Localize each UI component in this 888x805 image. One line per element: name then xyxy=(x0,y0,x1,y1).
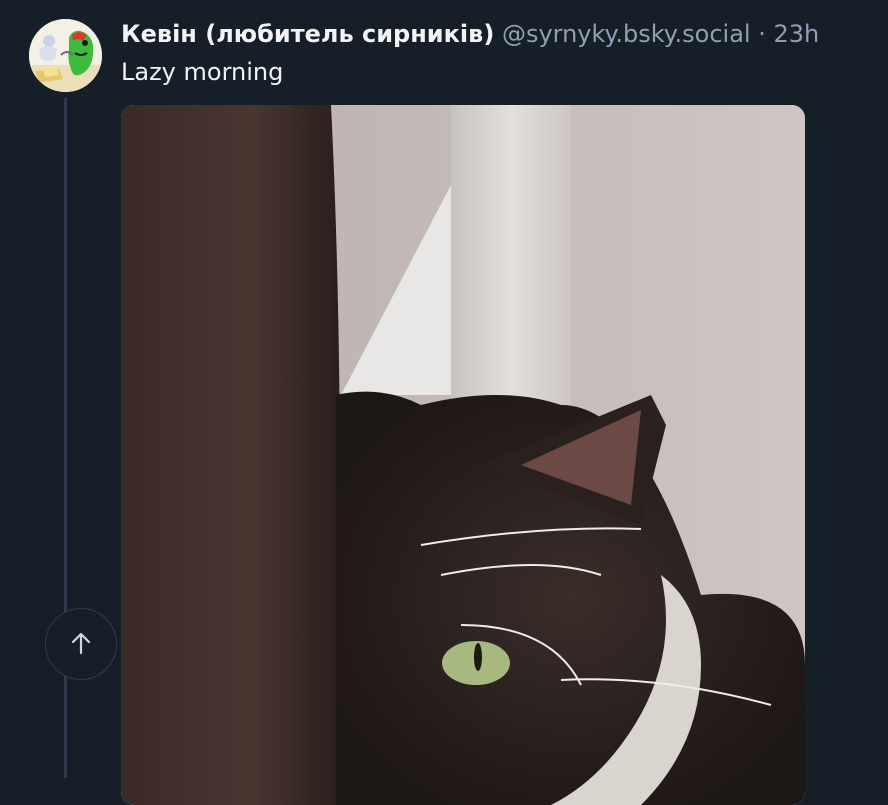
meta-separator: · xyxy=(758,20,766,48)
post-meta: Кевін (любитель сирників) @syrnyky.bsky.… xyxy=(121,18,888,50)
author-avatar[interactable] xyxy=(29,19,102,92)
post-time[interactable]: 23h xyxy=(774,20,820,48)
arrow-up-icon xyxy=(71,632,91,655)
post: Кевін (любитель сирників) @syrnyky.bsky.… xyxy=(121,18,888,88)
post-text: Lazy morning xyxy=(121,58,284,86)
author-handle[interactable]: @syrnyky.bsky.social xyxy=(502,20,751,48)
post-image[interactable] xyxy=(121,105,805,805)
scroll-to-top-button[interactable] xyxy=(45,608,117,680)
cat-photo xyxy=(121,105,805,805)
cartoon-frog-avatar-icon xyxy=(29,19,102,92)
author-name[interactable]: Кевін (любитель сирників) xyxy=(121,20,494,48)
